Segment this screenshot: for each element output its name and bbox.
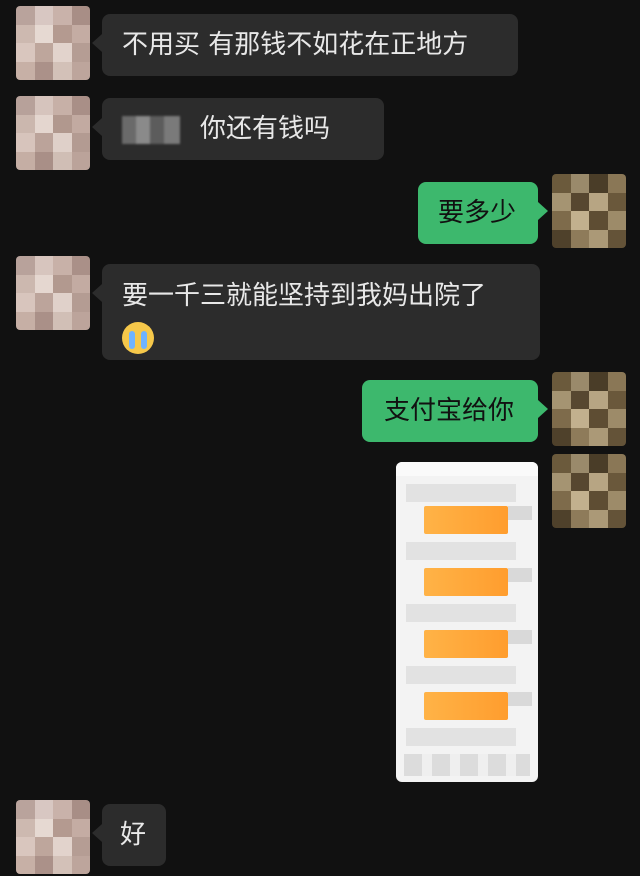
crying-face-emoji-icon: [122, 322, 154, 354]
message-bubble-outgoing[interactable]: 要多少: [418, 182, 548, 244]
redacted-row: [406, 604, 516, 622]
redacted-row: [406, 666, 516, 684]
message-text: 要多少: [438, 198, 517, 228]
message-bubble-outgoing[interactable]: 支付宝给你: [362, 380, 548, 442]
message-text: 要一千三就能坚持到我妈出院了: [122, 281, 487, 311]
message-bubble-incoming[interactable]: 好: [92, 804, 166, 866]
message-text: 不用买 有那钱不如花在正地方: [122, 30, 469, 60]
redacted-row: [406, 542, 516, 560]
message-text: 你还有钱吗: [200, 114, 331, 144]
redacted-name: [122, 115, 180, 144]
message-text: 支付宝给你: [384, 396, 515, 426]
contact-avatar[interactable]: [16, 96, 90, 170]
message-bubble-incoming[interactable]: 不用买 有那钱不如花在正地方: [92, 14, 518, 76]
self-avatar[interactable]: [552, 454, 626, 528]
message-text: 好: [120, 820, 147, 850]
redacted-amount-row: [424, 630, 532, 658]
redacted-row: [406, 728, 516, 746]
redacted-amount-row: [424, 568, 532, 596]
self-avatar[interactable]: [552, 372, 626, 446]
contact-avatar[interactable]: [16, 6, 90, 80]
redacted-amount-row: [424, 506, 532, 534]
redacted-row: [406, 484, 516, 502]
redacted-footer: [404, 754, 530, 776]
contact-avatar[interactable]: [16, 800, 90, 874]
status-bar: [396, 462, 538, 476]
redacted-amount-row: [424, 692, 532, 720]
payment-screenshot-image[interactable]: [396, 462, 538, 782]
message-bubble-incoming[interactable]: 你还有钱吗: [92, 98, 384, 160]
contact-avatar[interactable]: [16, 256, 90, 330]
message-bubble-incoming[interactable]: 要一千三就能坚持到我妈出院了: [92, 264, 540, 360]
self-avatar[interactable]: [552, 174, 626, 248]
